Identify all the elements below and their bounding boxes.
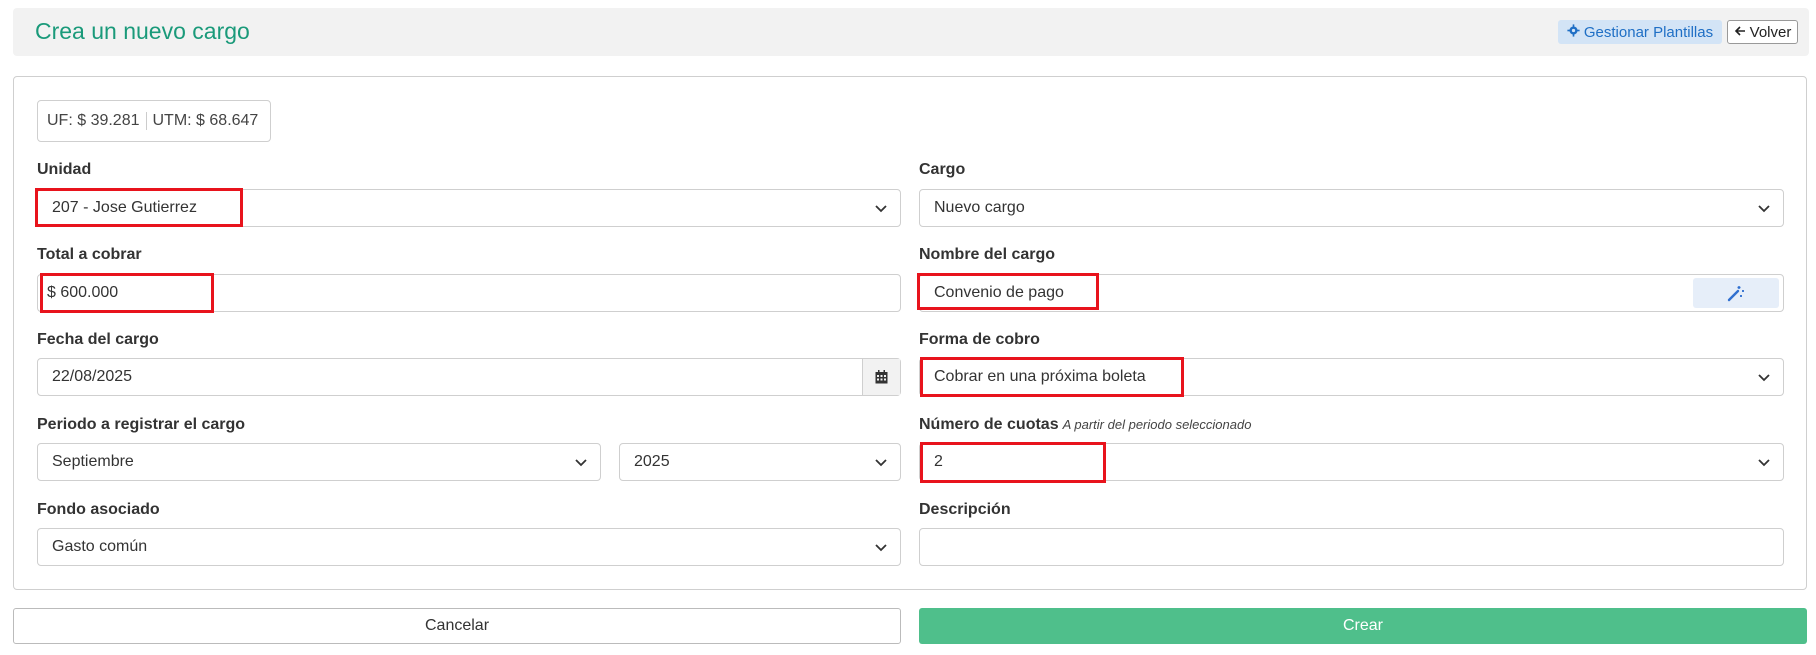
fondo-select[interactable]: Gasto común (37, 528, 901, 566)
cancel-button[interactable]: Cancelar (13, 608, 901, 644)
manage-templates-label: Gestionar Plantillas (1583, 23, 1714, 41)
create-button[interactable]: Crear (919, 608, 1807, 644)
form-card (13, 76, 1807, 590)
descripcion-input[interactable] (919, 528, 1784, 566)
utm-rate: UTM: $ 68.647 (152, 112, 259, 129)
page-title: Crea un nuevo cargo (35, 18, 250, 44)
cargo-select[interactable]: Nuevo cargo (919, 189, 1784, 227)
chevron-down-icon (875, 459, 887, 467)
periodo-year-select[interactable]: 2025 (619, 443, 901, 481)
total-label: Total a cobrar (37, 246, 142, 263)
back-label: Volver (1749, 23, 1792, 41)
cancel-label: Cancelar (424, 617, 490, 634)
chevron-down-icon (1758, 205, 1770, 213)
chevron-down-icon (1758, 374, 1770, 382)
fecha-label: Fecha del cargo (37, 331, 159, 348)
chevron-down-icon (575, 459, 587, 467)
forma-label: Forma de cobro (919, 331, 1040, 348)
cuotas-label-text: Número de cuotas (919, 416, 1059, 433)
fecha-value: 22/08/2025 (52, 368, 133, 385)
periodo-month-select[interactable]: Septiembre (37, 443, 601, 481)
create-label: Crear (1342, 617, 1383, 634)
cuotas-hint: A partir del periodo seleccionado (1062, 417, 1252, 432)
periodo-month-value: Septiembre (52, 453, 134, 470)
nombre-label: Nombre del cargo (919, 246, 1056, 263)
fondo-label: Fondo asociado (37, 501, 160, 518)
chevron-down-icon (1758, 459, 1770, 467)
fondo-value: Gasto común (52, 538, 148, 555)
highlight-box (35, 188, 243, 227)
highlight-box (920, 357, 1184, 397)
gear-icon (1567, 23, 1580, 41)
indicator-rates: UF: $ 39.281 UTM: $ 68.647 (37, 100, 271, 142)
calendar-icon (875, 370, 888, 384)
periodo-year-value: 2025 (634, 453, 670, 470)
uf-rate: UF: $ 39.281 (38, 112, 147, 130)
chevron-down-icon (875, 544, 887, 552)
highlight-box (917, 273, 1099, 310)
arrow-left-icon (1734, 24, 1746, 41)
cargo-value: Nuevo cargo (934, 199, 1025, 216)
manage-templates-button[interactable]: Gestionar Plantillas (1558, 20, 1722, 44)
back-button[interactable]: Volver (1727, 20, 1798, 44)
cuotas-label: Número de cuotas A partir del periodo sel… (919, 416, 1251, 434)
unidad-label: Unidad (37, 161, 92, 178)
page-header: Crea un nuevo cargo Gestionar Plantillas… (13, 8, 1809, 56)
descripcion-label: Descripción (919, 501, 1011, 518)
periodo-label: Periodo a registrar el cargo (37, 416, 246, 433)
cargo-label: Cargo (919, 161, 966, 178)
fecha-input[interactable]: 22/08/2025 (37, 358, 901, 396)
magic-wand-button[interactable] (1693, 278, 1779, 308)
calendar-button[interactable] (862, 359, 900, 395)
highlight-box (920, 442, 1106, 483)
chevron-down-icon (875, 205, 887, 213)
highlight-box (40, 273, 214, 313)
magic-wand-icon (1727, 286, 1744, 302)
